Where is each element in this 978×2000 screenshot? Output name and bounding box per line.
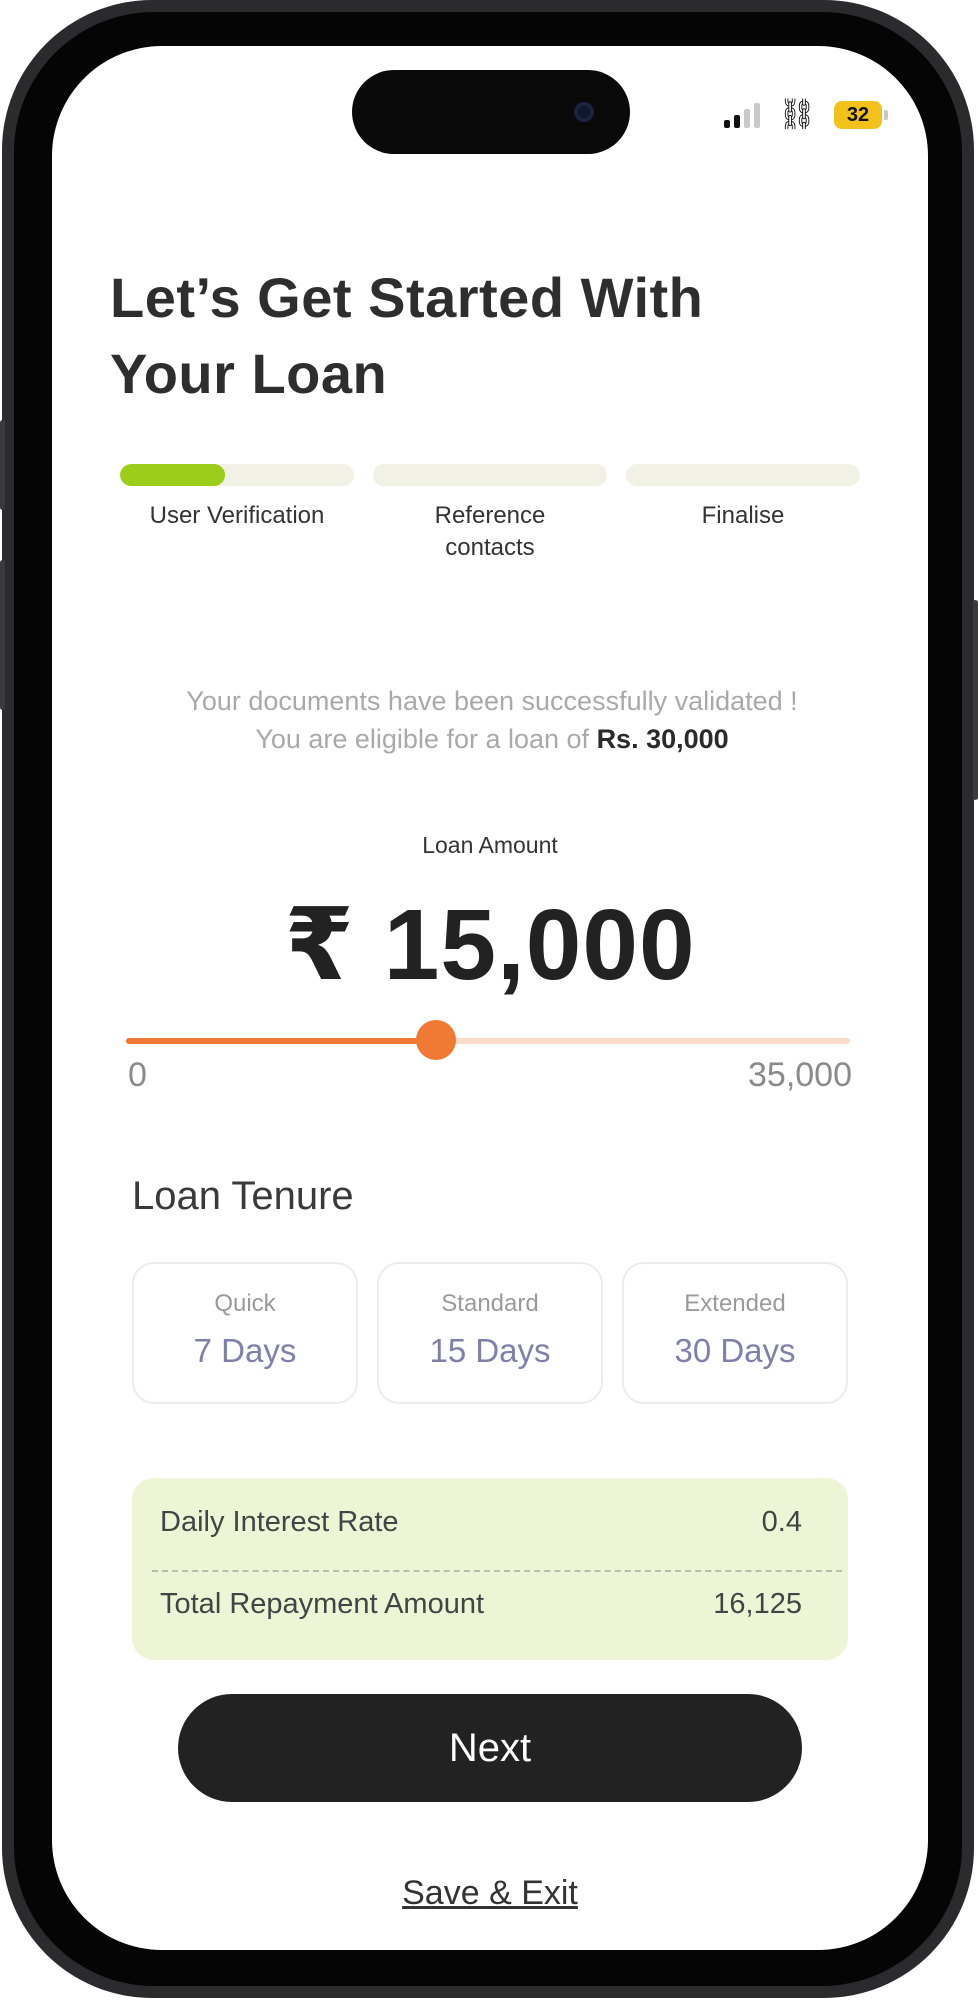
- battery-icon: 32: [834, 101, 888, 129]
- tenure-option-quick[interactable]: Quick 7 Days: [132, 1262, 358, 1404]
- loan-summary-panel: Daily Interest Rate 0.4 Total Repayment …: [132, 1478, 848, 1660]
- save-exit-link[interactable]: Save & Exit: [52, 1874, 928, 1913]
- total-repayment-label: Total Repayment Amount: [160, 1587, 485, 1620]
- status-bar: ⛓ 32: [723, 97, 888, 132]
- step-finalise: Finalise: [626, 464, 860, 532]
- tenure-option-name: Quick: [214, 1290, 276, 1317]
- step-label: Finalise: [701, 502, 785, 529]
- tenure-option-days: 30 Days: [674, 1332, 796, 1369]
- tenure-option-days: 15 Days: [429, 1332, 551, 1369]
- tenure-option-name: Standard: [441, 1290, 539, 1317]
- slider-min-label: 0: [128, 1056, 147, 1094]
- page-title-line: Let’s Get Started With: [110, 266, 704, 329]
- loan-amount-slider[interactable]: [126, 1020, 850, 1060]
- interest-rate-value: 0.4: [761, 1505, 802, 1538]
- step-user-verification: User Verification: [120, 464, 354, 532]
- interest-rate-row: Daily Interest Rate 0.4: [160, 1502, 802, 1542]
- tenure-option-name: Extended: [684, 1290, 786, 1317]
- step-progress-bar: [373, 464, 607, 486]
- slider-thumb[interactable]: [416, 1020, 457, 1060]
- app-screen: ⛓ 32 Let’s Get Started With Your Loan Us…: [52, 46, 928, 1950]
- loan-tenure-title: Loan Tenure: [132, 1174, 354, 1218]
- slider-max-label: 35,000: [748, 1056, 852, 1094]
- step-label: Reference contacts: [373, 500, 607, 564]
- eligibility-line: Your documents have been successfully va…: [186, 686, 798, 716]
- step-progress-bar: [120, 464, 354, 486]
- page-title-line: Your Loan: [110, 342, 388, 405]
- step-label-line: Reference: [434, 502, 546, 529]
- link-icon: ⛓: [777, 97, 816, 132]
- total-repayment-row: Total Repayment Amount 16,125: [160, 1584, 802, 1624]
- step-progress-fill: [120, 464, 226, 486]
- step-label: User Verification: [149, 502, 325, 529]
- slider-fill: [126, 1038, 437, 1044]
- eligible-amount: Rs. 30,000: [596, 724, 729, 754]
- step-reference-contacts: Reference contacts: [373, 464, 607, 564]
- tenure-options: Quick 7 Days Standard 15 Days Extended 3…: [132, 1262, 848, 1406]
- loan-amount-value: ₹ 15,000: [284, 889, 696, 1001]
- page-title: Let’s Get Started With Your Loan: [110, 260, 870, 412]
- eligibility-prefix: You are eligible for a loan of: [255, 724, 597, 754]
- step-label-line: contacts: [445, 534, 535, 561]
- tenure-option-days: 7 Days: [193, 1332, 297, 1369]
- loan-amount-label: Loan Amount: [422, 832, 558, 858]
- step-progress-bar: [626, 464, 860, 486]
- side-button: [973, 600, 978, 800]
- battery-level: 32: [834, 101, 882, 129]
- signal-icon: [723, 102, 760, 128]
- dynamic-island: [352, 70, 630, 154]
- tenure-option-standard[interactable]: Standard 15 Days: [377, 1262, 603, 1404]
- tenure-option-extended[interactable]: Extended 30 Days: [622, 1262, 848, 1404]
- next-button[interactable]: Next: [178, 1694, 802, 1802]
- total-repayment-value: 16,125: [713, 1587, 802, 1620]
- side-button: [0, 560, 5, 710]
- eligibility-line: You are eligible for a loan of Rs. 30,00…: [112, 720, 872, 758]
- camera-lens: [574, 102, 594, 122]
- interest-rate-label: Daily Interest Rate: [160, 1505, 399, 1538]
- summary-divider: [152, 1570, 842, 1572]
- eligibility-message: Your documents have been successfully va…: [112, 682, 872, 758]
- side-button: [0, 420, 5, 510]
